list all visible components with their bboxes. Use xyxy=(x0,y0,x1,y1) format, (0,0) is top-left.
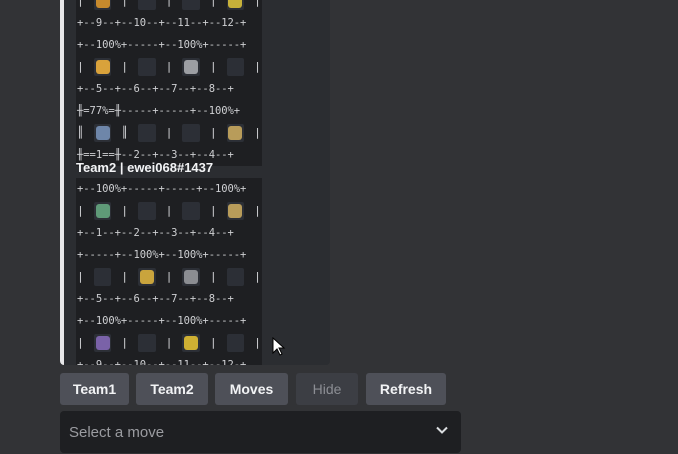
mouse-cursor-icon xyxy=(272,336,286,361)
team2-index-row: +--9--+--10--+--11--+--12-+ xyxy=(76,354,262,365)
pokemon-sprite-icon xyxy=(93,58,112,76)
team2-slot-row-top: | | | | | xyxy=(76,200,262,222)
empty-slot xyxy=(182,0,200,10)
team2-index-row: +--5--+--6--+--7--+--8--+ xyxy=(76,288,262,310)
hide-button[interactable]: Hide xyxy=(296,373,358,405)
pokemon-sprite-icon xyxy=(93,334,112,352)
pokemon-sprite-icon xyxy=(138,268,156,286)
team1-hp-row: +--100%+-----+--100%+-----+ xyxy=(76,34,262,56)
pokemon-sprite-icon xyxy=(182,334,200,352)
team1-slot-row-bottom: ║ ║ | | | xyxy=(76,122,262,144)
pokemon-sprite-icon xyxy=(226,124,245,142)
move-select-placeholder: Select a move xyxy=(69,423,165,441)
team2-index-row: +--1--+--2--+--3--+--4--+ xyxy=(76,222,262,244)
team2-grid: +--100%+-----+-----+--100%+ | | | | | +-… xyxy=(76,178,262,365)
team1-hp-row: ╫=77%=╫-----+-----+--100%+ xyxy=(76,100,262,122)
team1-grid: | | | | | +--9--+--10--+--11--+--12-+ +-… xyxy=(76,0,262,166)
empty-slot xyxy=(182,124,200,142)
team2-hp-row: +-----+--100%+--100%+-----+ xyxy=(76,244,262,266)
pokemon-sprite-icon xyxy=(226,202,245,220)
empty-slot xyxy=(138,0,156,10)
team2-slot-row-mid: | | | | | xyxy=(76,266,262,288)
pokemon-sprite-icon xyxy=(226,0,245,10)
empty-slot xyxy=(138,334,156,352)
team1-slot-row-mid: | | | | | xyxy=(76,56,262,78)
pokemon-sprite-icon xyxy=(93,202,112,220)
empty-slot xyxy=(226,268,245,286)
empty-slot xyxy=(138,124,156,142)
pokemon-sprite-icon xyxy=(93,0,112,10)
empty-slot xyxy=(138,202,156,220)
team1-button[interactable]: Team1 xyxy=(60,373,129,405)
battle-embed: | | | | | +--9--+--10--+--11--+--12-+ +-… xyxy=(60,0,330,365)
pokemon-sprite-icon xyxy=(182,58,200,76)
pokemon-sprite-icon xyxy=(93,124,112,142)
team2-button[interactable]: Team2 xyxy=(136,373,208,405)
team2-slot-row-bottom: | | | | | xyxy=(76,332,262,354)
refresh-button[interactable]: Refresh xyxy=(366,373,446,405)
team2-hp-row: +--100%+-----+--100%+-----+ xyxy=(76,310,262,332)
empty-slot xyxy=(138,58,156,76)
move-select[interactable]: Select a move xyxy=(60,411,461,453)
empty-slot xyxy=(93,268,112,286)
empty-slot xyxy=(226,334,245,352)
moves-button[interactable]: Moves xyxy=(215,373,288,405)
empty-slot xyxy=(226,58,245,76)
embed-accent-bar xyxy=(60,0,64,365)
team1-index-row: +--5--+--6--+--7--+--8--+ xyxy=(76,78,262,100)
team2-title: Team2 | ewei068#1437 xyxy=(76,160,214,175)
team1-slot-row-top: | | | | | xyxy=(76,0,262,12)
chevron-down-icon xyxy=(435,423,449,441)
team2-hp-row: +--100%+-----+-----+--100%+ xyxy=(76,178,262,200)
pokemon-sprite-icon xyxy=(182,268,200,286)
team1-index-row: +--9--+--10--+--11--+--12-+ xyxy=(76,12,262,34)
empty-slot xyxy=(182,202,200,220)
